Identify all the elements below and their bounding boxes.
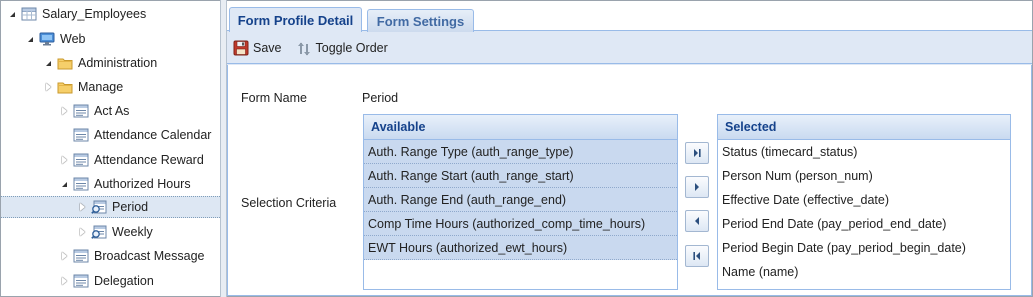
move-all-right-icon [694, 149, 701, 157]
move-all-right-button[interactable] [685, 142, 709, 164]
tree-node-period[interactable]: Period [1, 196, 220, 218]
move-all-left-icon [693, 252, 700, 260]
toolbar: Save Toggle Order [227, 32, 1032, 64]
collapse-toggle-icon[interactable] [59, 250, 69, 262]
move-left-icon [695, 217, 699, 225]
tree-node-administration[interactable]: Administration [1, 52, 220, 74]
monitor-icon [39, 32, 55, 46]
list-item[interactable]: EWT Hours (authorized_ewt_hours) [364, 236, 677, 260]
list-item[interactable]: Comp Time Hours (authorized_comp_time_ho… [364, 212, 677, 236]
panel-splitter[interactable] [220, 0, 227, 297]
tree-node-delegation[interactable]: Delegation [1, 270, 220, 292]
save-button[interactable]: Save [233, 40, 282, 55]
list-item[interactable]: Auth. Range Type (auth_range_type) [364, 140, 677, 164]
collapse-toggle-icon[interactable] [77, 201, 87, 213]
toggle-order-button[interactable]: Toggle Order [296, 41, 388, 55]
navigation-tree: Salary_Employees Web Administration Mana… [1, 1, 220, 296]
form-icon [73, 177, 89, 191]
tree-node-broadcast-message[interactable]: Broadcast Message [1, 245, 220, 267]
tree-node-attendance-calendar[interactable]: Attendance Calendar [1, 124, 220, 146]
floppy-disk-icon [233, 40, 249, 55]
list-item[interactable]: Name (name) [718, 260, 1010, 284]
collapse-toggle-icon[interactable] [59, 154, 69, 166]
form-icon [73, 274, 89, 288]
list-item[interactable]: Status (timecard_status) [718, 140, 1010, 164]
list-item[interactable]: Period End Date (pay_period_end_date) [718, 212, 1010, 236]
tree-label: Attendance Calendar [94, 128, 212, 142]
selected-header: Selected [718, 115, 1010, 140]
form-icon [73, 104, 89, 118]
collapse-toggle-icon[interactable] [59, 105, 69, 117]
selection-criteria-label: Selection Criteria [241, 196, 337, 210]
expand-toggle-icon[interactable] [25, 33, 35, 45]
list-item[interactable]: Auth. Range Start (auth_range_start) [364, 164, 677, 188]
move-right-button[interactable] [685, 176, 709, 198]
expand-toggle-icon[interactable] [59, 178, 69, 190]
tree-node-web[interactable]: Web [1, 28, 220, 50]
save-label: Save [253, 40, 282, 55]
expand-toggle-icon[interactable] [43, 57, 53, 69]
tree-node-act-as[interactable]: Act As [1, 100, 220, 122]
list-item[interactable]: Person Num (person_num) [718, 164, 1010, 188]
tab-form-profile-detail[interactable]: Form Profile Detail [229, 7, 362, 32]
main-panel: Form Profile Detail Form Settings Save T… [227, 1, 1032, 296]
form-icon [73, 249, 89, 263]
collapse-toggle-icon[interactable] [77, 226, 87, 238]
available-header: Available [364, 115, 677, 140]
tree-label: Broadcast Message [94, 249, 205, 263]
tab-form-settings[interactable]: Form Settings [367, 9, 474, 32]
move-right-icon [695, 183, 699, 191]
form-name-label: Form Name [241, 91, 307, 105]
folder-icon [57, 56, 73, 70]
tab-bar: Form Profile Detail Form Settings [227, 1, 1032, 32]
tree-node-salary-employees[interactable]: Salary_Employees [1, 3, 220, 25]
tree-label: Web [60, 32, 86, 46]
selected-list[interactable]: Selected Status (timecard_status) Person… [717, 114, 1011, 290]
tree-node-manage[interactable]: Manage [1, 76, 220, 98]
folder-icon [57, 80, 73, 94]
tree-label: Authorized Hours [94, 177, 191, 191]
form-icon [73, 128, 89, 142]
move-all-left-button[interactable] [685, 245, 709, 267]
toggle-order-label: Toggle Order [315, 40, 388, 55]
form-view-icon [91, 200, 107, 214]
form-content: Form Name Period Selection Criteria Avai… [227, 65, 1032, 296]
tree-label: Delegation [94, 274, 154, 288]
toggle-order-icon [296, 41, 312, 55]
tree-label: Act As [94, 104, 130, 118]
tree-label: Attendance Reward [94, 153, 204, 167]
tree-label: Period [112, 200, 149, 214]
list-item[interactable]: Period Begin Date (pay_period_begin_date… [718, 236, 1010, 260]
tree-label: Salary_Employees [42, 7, 147, 21]
list-item[interactable]: Auth. Range End (auth_range_end) [364, 188, 677, 212]
form-view-icon [91, 225, 107, 239]
tree-node-weekly[interactable]: Weekly [1, 221, 220, 243]
list-item[interactable]: Effective Date (effective_date) [718, 188, 1010, 212]
tree-label: Weekly [112, 225, 153, 239]
collapse-toggle-icon[interactable] [59, 275, 69, 287]
tree-node-attendance-reward[interactable]: Attendance Reward [1, 149, 220, 171]
move-left-button[interactable] [685, 210, 709, 232]
table-icon [21, 7, 37, 21]
collapse-toggle-icon[interactable] [43, 81, 53, 93]
expand-toggle-icon[interactable] [7, 8, 17, 20]
available-list[interactable]: Available Auth. Range Type (auth_range_t… [363, 114, 678, 290]
tree-node-authorized-hours[interactable]: Authorized Hours [1, 173, 220, 195]
tree-label: Manage [78, 80, 124, 94]
form-icon [73, 153, 89, 167]
form-name-value: Period [362, 91, 399, 105]
tree-label: Administration [78, 56, 158, 70]
